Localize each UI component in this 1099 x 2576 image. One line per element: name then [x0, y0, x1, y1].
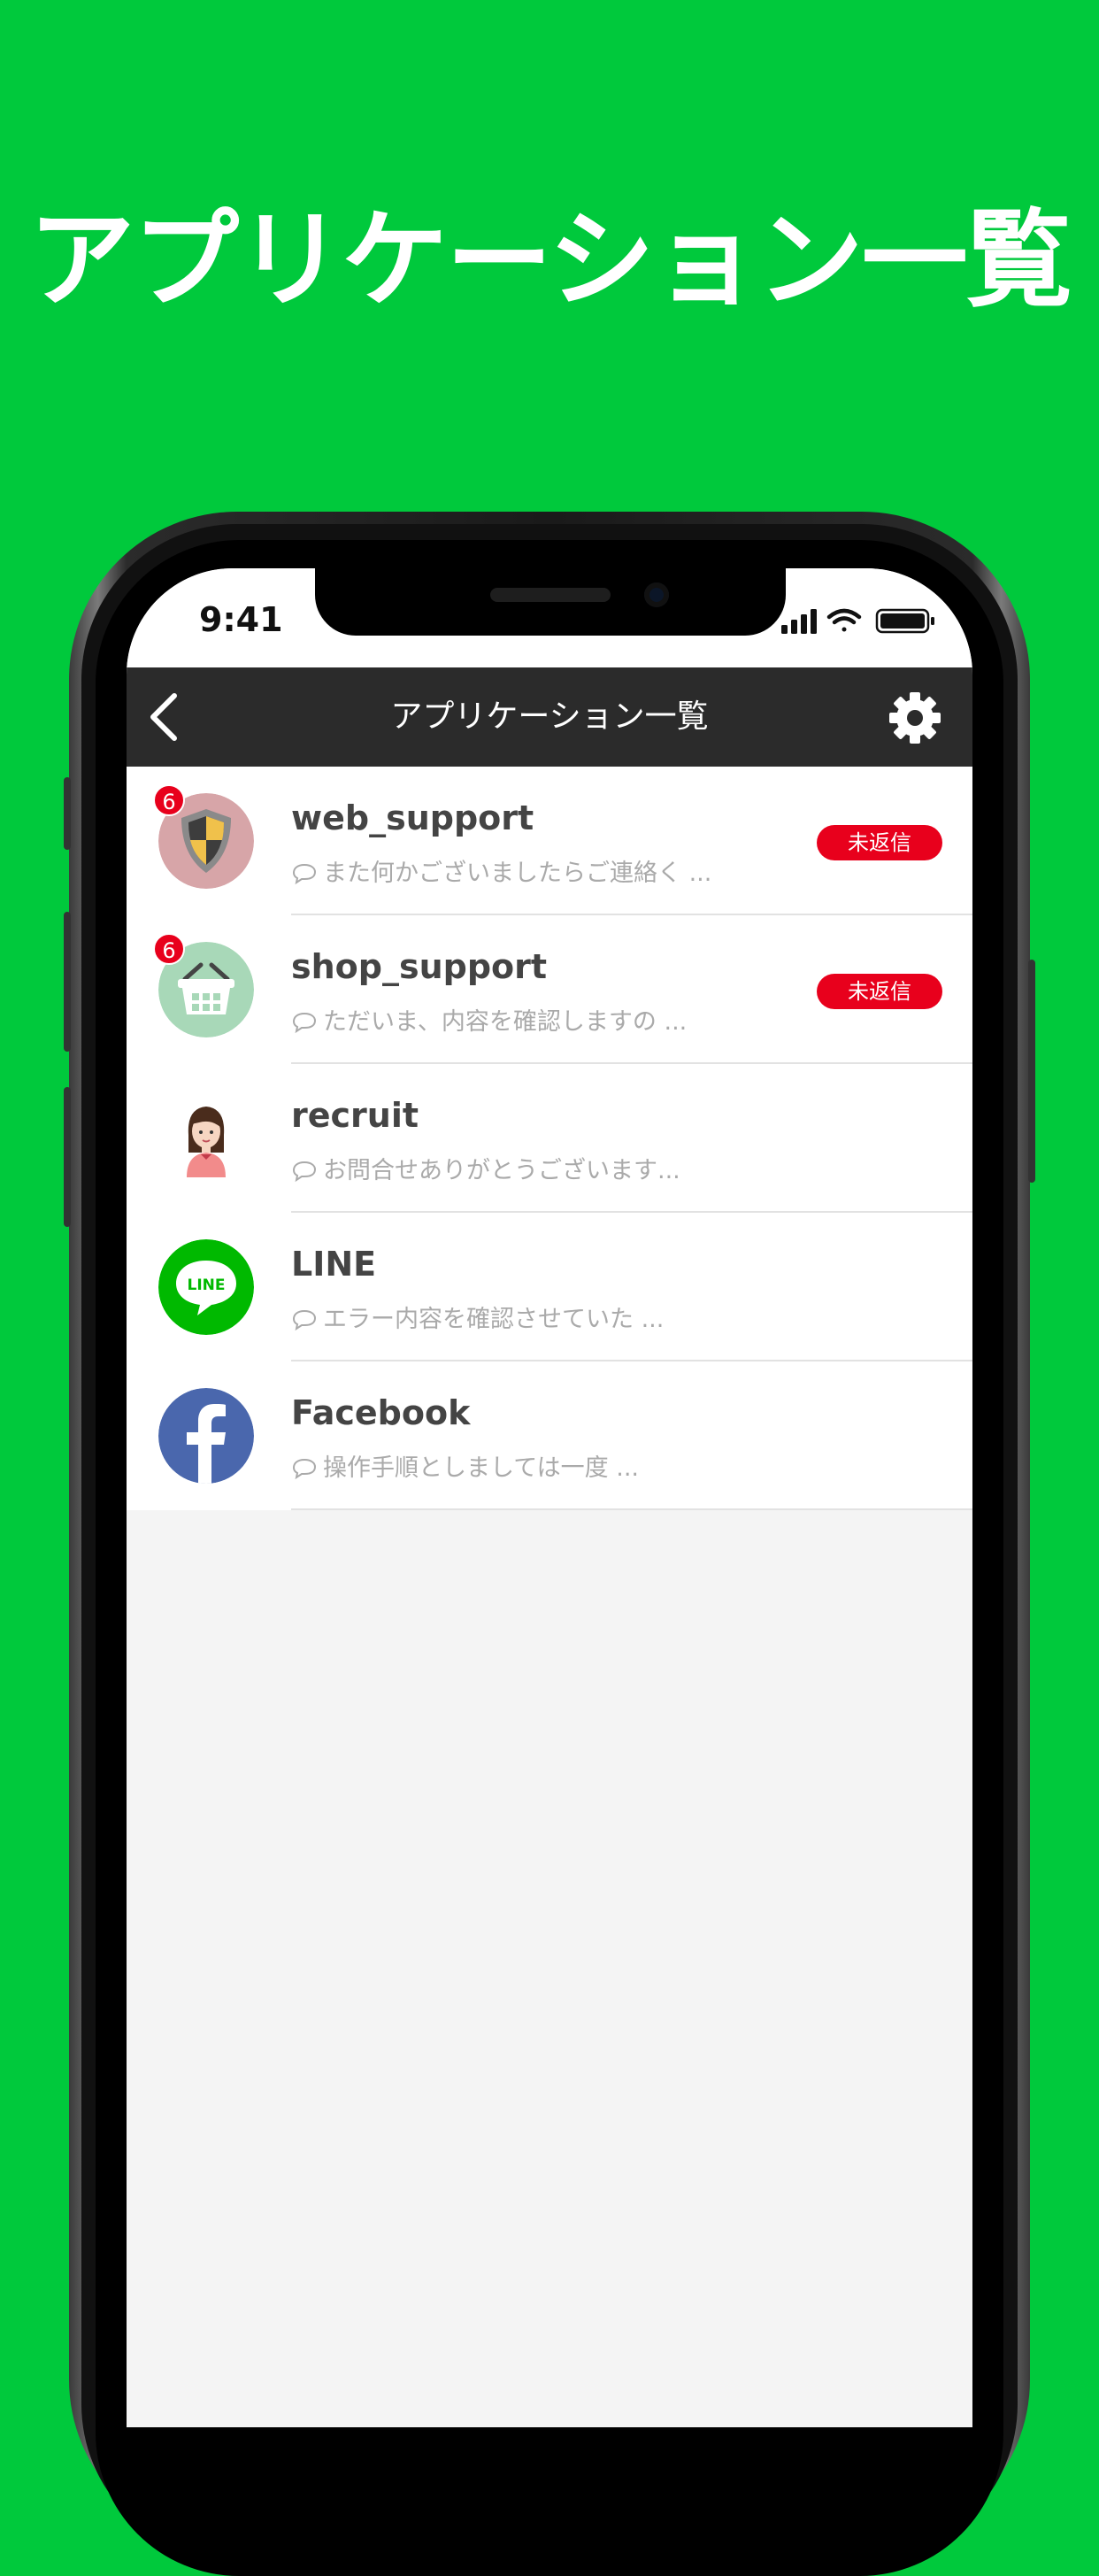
- list-item-web-support[interactable]: 6 web_support また何かございましたらご連絡く ... 未返信: [127, 767, 972, 915]
- speech-bubble-icon: [292, 863, 317, 885]
- wifi-icon: [826, 608, 862, 632]
- list-item-recruit[interactable]: recruit お問合せありがとうございます...: [127, 1064, 972, 1213]
- message-preview: ただいま、内容を確認しますの ...: [291, 1002, 687, 1037]
- gear-icon: [889, 692, 941, 744]
- navigation-bar: アプリケーション一覧: [127, 667, 972, 767]
- chevron-left-icon: [150, 693, 177, 741]
- power-button: [1028, 960, 1035, 1183]
- app-name: LINE: [291, 1245, 377, 1284]
- speech-bubble-icon: [292, 1458, 317, 1480]
- message-preview: エラー内容を確認させていた ...: [291, 1300, 664, 1334]
- message-preview: お問合せありがとうございます...: [291, 1151, 680, 1185]
- application-list: 6 web_support また何かございましたらご連絡く ... 未返信 6 …: [127, 767, 972, 1510]
- speech-bubble-icon: [292, 1161, 317, 1183]
- line-logo-icon: LINE: [158, 1239, 254, 1335]
- unreplied-tag: 未返信: [817, 825, 942, 860]
- app-name: web_support: [291, 798, 534, 837]
- facebook-logo-icon: [158, 1388, 254, 1484]
- status-time: 9:41: [199, 600, 283, 639]
- notch: [315, 568, 786, 636]
- app-name: recruit: [291, 1096, 419, 1135]
- signal-icon: [781, 609, 817, 634]
- volume-up-button: [64, 912, 71, 1052]
- speaker: [490, 588, 611, 602]
- unreplied-tag: 未返信: [817, 974, 942, 1009]
- back-button[interactable]: [139, 689, 196, 745]
- message-preview: また何かございましたらご連絡く ...: [291, 853, 711, 888]
- promo-title: アプリケーション一覧: [28, 199, 1072, 322]
- front-camera: [644, 582, 669, 607]
- nav-title: アプリケーション一覧: [390, 698, 709, 735]
- woman-avatar-icon: [158, 1091, 254, 1186]
- app-name: shop_support: [291, 947, 548, 986]
- speech-bubble-icon: [292, 1012, 317, 1034]
- list-item-facebook[interactable]: Facebook 操作手順としましては一度 ...: [127, 1361, 972, 1510]
- battery-icon: [875, 608, 934, 634]
- unread-count-badge: 6: [153, 784, 185, 816]
- list-item-shop-support[interactable]: 6 shop_support ただいま、内容を確認しますの ... 未返信: [127, 915, 972, 1064]
- message-preview: 操作手順としましては一度 ...: [291, 1448, 639, 1483]
- mute-switch: [64, 777, 71, 850]
- volume-down-button: [64, 1087, 71, 1227]
- app-name: Facebook: [291, 1393, 471, 1432]
- settings-button[interactable]: [888, 690, 942, 745]
- svg-text:LINE: LINE: [188, 1276, 226, 1294]
- speech-bubble-icon: [292, 1309, 317, 1331]
- status-bar: 9:41: [127, 568, 972, 667]
- unread-count-badge: 6: [153, 933, 185, 965]
- list-item-line[interactable]: LINE LINE エラー内容を確認させていた ...: [127, 1213, 972, 1361]
- status-icons: [781, 608, 934, 634]
- phone-screen: 9:41 アプリケーション一覧 6 web_support また何かございました…: [127, 568, 972, 2427]
